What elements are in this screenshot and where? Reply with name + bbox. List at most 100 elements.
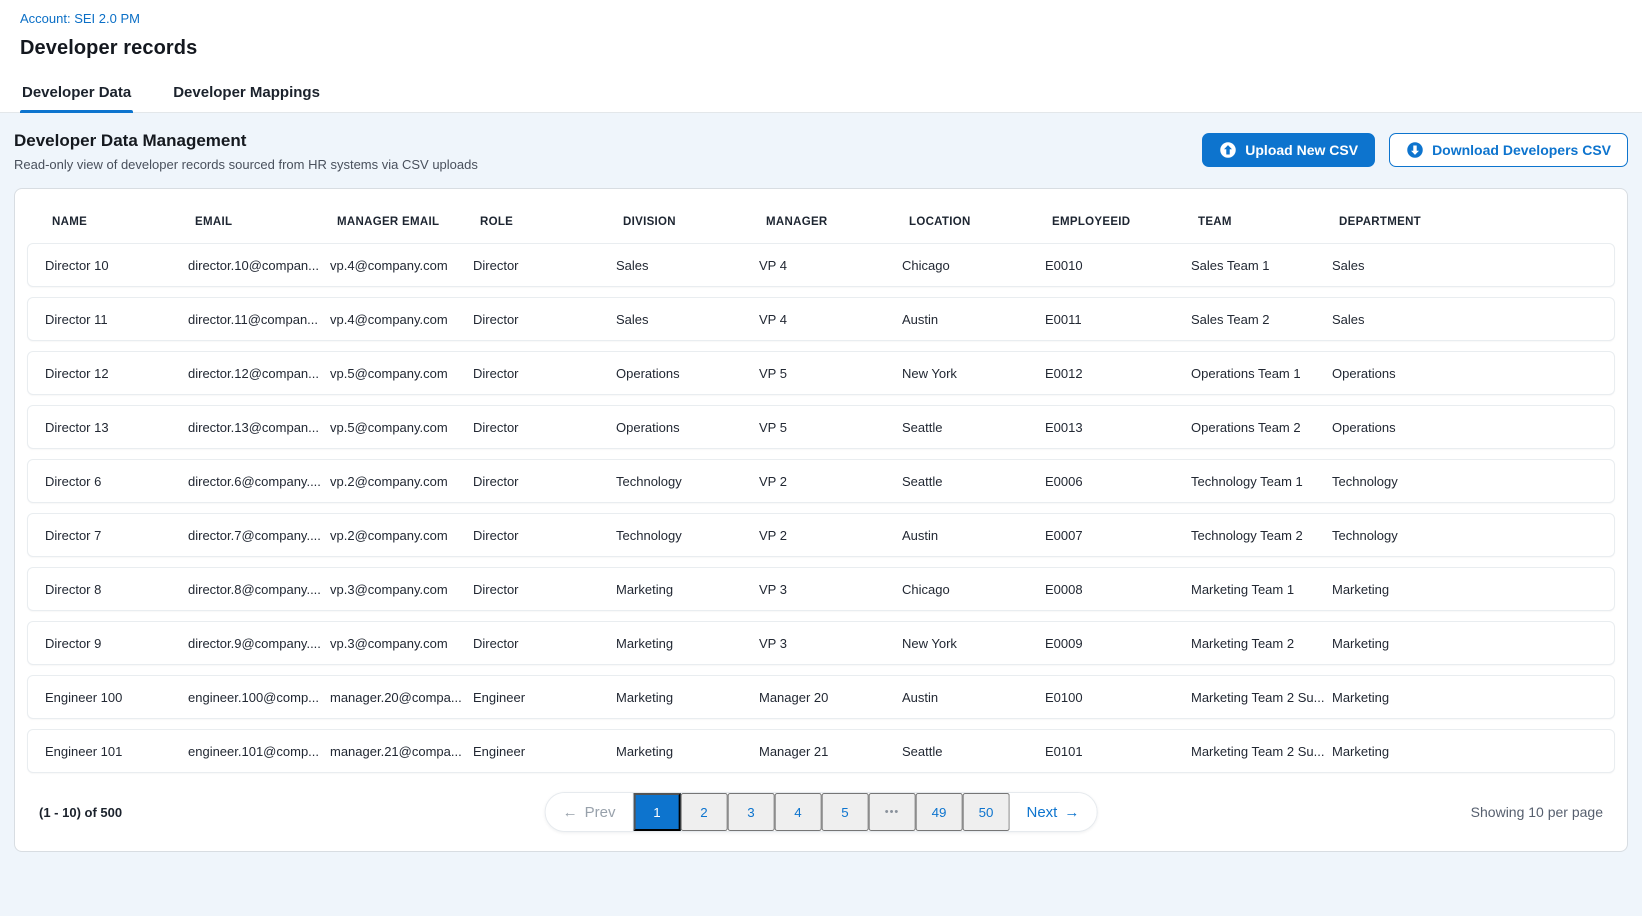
next-label: Next <box>1027 804 1058 821</box>
cell-employeeid: E0011 <box>1045 312 1191 327</box>
cell-employeeid: E0013 <box>1045 420 1191 435</box>
cell-email: director.9@company.... <box>188 636 330 651</box>
page-button-5[interactable]: 5 <box>822 793 869 831</box>
account-link[interactable]: Account: SEI 2.0 PM <box>20 11 140 26</box>
page-button-4[interactable]: 4 <box>775 793 822 831</box>
cell-role: Director <box>473 636 616 651</box>
cell-division: Technology <box>616 474 759 489</box>
cell-name: Director 13 <box>45 420 188 435</box>
cell-manager: VP 5 <box>759 366 902 381</box>
cell-role: Director <box>473 582 616 597</box>
cell-department: Marketing <box>1332 744 1614 759</box>
cell-manager: VP 2 <box>759 474 902 489</box>
column-header-manager: MANAGER <box>766 216 909 228</box>
page-button-49[interactable]: 49 <box>916 793 963 831</box>
cell-department: Operations <box>1332 420 1614 435</box>
table-footer: (1 - 10) of 500 ← Prev 12345•••4950 Next… <box>27 783 1615 841</box>
cell-role: Director <box>473 366 616 381</box>
cell-manager-email: vp.5@company.com <box>330 366 473 381</box>
page-title: Developer records <box>20 37 1622 60</box>
cell-manager: VP 3 <box>759 636 902 651</box>
section-subtitle: Read-only view of developer records sour… <box>14 157 478 172</box>
cell-manager: Manager 21 <box>759 744 902 759</box>
cell-employeeid: E0010 <box>1045 258 1191 273</box>
cell-manager: VP 4 <box>759 312 902 327</box>
cell-division: Marketing <box>616 636 759 651</box>
table-row: Director 10director.10@compan...vp.4@com… <box>27 243 1615 287</box>
table-row: Director 13director.13@compan...vp.5@com… <box>27 405 1615 449</box>
cell-manager-email: vp.2@company.com <box>330 528 473 543</box>
cell-team: Sales Team 1 <box>1191 258 1332 273</box>
cell-department: Operations <box>1332 366 1614 381</box>
upload-csv-label: Upload New CSV <box>1245 142 1358 158</box>
cell-employeeid: E0100 <box>1045 690 1191 705</box>
upload-csv-button[interactable]: Upload New CSV <box>1202 133 1375 167</box>
cell-employeeid: E0101 <box>1045 744 1191 759</box>
page-button-2[interactable]: 2 <box>681 793 728 831</box>
tab-developer-mappings[interactable]: Developer Mappings <box>171 74 322 112</box>
cell-employeeid: E0007 <box>1045 528 1191 543</box>
cell-department: Marketing <box>1332 690 1614 705</box>
page-button-50[interactable]: 50 <box>963 793 1010 831</box>
cell-manager-email: manager.21@compa... <box>330 744 473 759</box>
tab-developer-data[interactable]: Developer Data <box>20 74 133 112</box>
cell-role: Director <box>473 420 616 435</box>
cell-email: director.8@company.... <box>188 582 330 597</box>
cell-division: Marketing <box>616 744 759 759</box>
cell-division: Operations <box>616 420 759 435</box>
cell-department: Sales <box>1332 258 1614 273</box>
cell-location: Austin <box>902 312 1045 327</box>
column-header-role: ROLE <box>480 216 623 228</box>
cell-location: Chicago <box>902 582 1045 597</box>
column-header-name: NAME <box>52 216 195 228</box>
cell-email: director.6@company.... <box>188 474 330 489</box>
cell-team: Marketing Team 1 <box>1191 582 1332 597</box>
cell-name: Director 9 <box>45 636 188 651</box>
cell-team: Sales Team 2 <box>1191 312 1332 327</box>
page-button-1[interactable]: 1 <box>634 793 681 831</box>
cell-email: director.7@company.... <box>188 528 330 543</box>
cell-manager-email: vp.4@company.com <box>330 258 473 273</box>
cell-manager: Manager 20 <box>759 690 902 705</box>
content-area: Developer Data Management Read-only view… <box>0 113 1642 916</box>
cell-employeeid: E0012 <box>1045 366 1191 381</box>
cell-department: Marketing <box>1332 582 1614 597</box>
cell-team: Marketing Team 2 Su... <box>1191 690 1332 705</box>
next-page-button[interactable]: Next → <box>1010 793 1097 831</box>
per-page-text: Showing 10 per page <box>1471 804 1603 820</box>
cell-employeeid: E0009 <box>1045 636 1191 651</box>
cell-email: engineer.101@comp... <box>188 744 330 759</box>
cell-email: director.10@compan... <box>188 258 330 273</box>
cell-role: Director <box>473 528 616 543</box>
cell-email: engineer.100@comp... <box>188 690 330 705</box>
table-row: Director 6director.6@company....vp.2@com… <box>27 459 1615 503</box>
cell-team: Marketing Team 2 Su... <box>1191 744 1332 759</box>
column-header-employeeid: EMPLOYEEID <box>1052 216 1198 228</box>
column-header-department: DEPARTMENT <box>1339 216 1615 228</box>
cell-location: New York <box>902 636 1045 651</box>
cell-department: Technology <box>1332 528 1614 543</box>
page-ellipsis: ••• <box>869 793 916 831</box>
cell-location: Austin <box>902 528 1045 543</box>
cell-location: Seattle <box>902 474 1045 489</box>
cell-name: Engineer 100 <box>45 690 188 705</box>
cell-email: director.13@compan... <box>188 420 330 435</box>
cell-manager-email: vp.3@company.com <box>330 582 473 597</box>
cell-name: Director 7 <box>45 528 188 543</box>
section-header-text: Developer Data Management Read-only view… <box>14 131 478 172</box>
table-row: Engineer 101engineer.101@comp...manager.… <box>27 729 1615 773</box>
column-header-location: LOCATION <box>909 216 1052 228</box>
download-icon <box>1406 141 1424 159</box>
arrow-left-icon: ← <box>563 804 578 821</box>
cell-division: Sales <box>616 258 759 273</box>
page-button-3[interactable]: 3 <box>728 793 775 831</box>
cell-location: New York <box>902 366 1045 381</box>
section-title: Developer Data Management <box>14 131 478 151</box>
prev-page-button[interactable]: ← Prev <box>546 793 634 831</box>
table-row: Director 8director.8@company....vp.3@com… <box>27 567 1615 611</box>
page-header: Account: SEI 2.0 PM Developer records <box>0 0 1642 60</box>
cell-name: Director 6 <box>45 474 188 489</box>
download-csv-button[interactable]: Download Developers CSV <box>1389 133 1628 167</box>
column-header-email: EMAIL <box>195 216 337 228</box>
cell-name: Director 11 <box>45 312 188 327</box>
